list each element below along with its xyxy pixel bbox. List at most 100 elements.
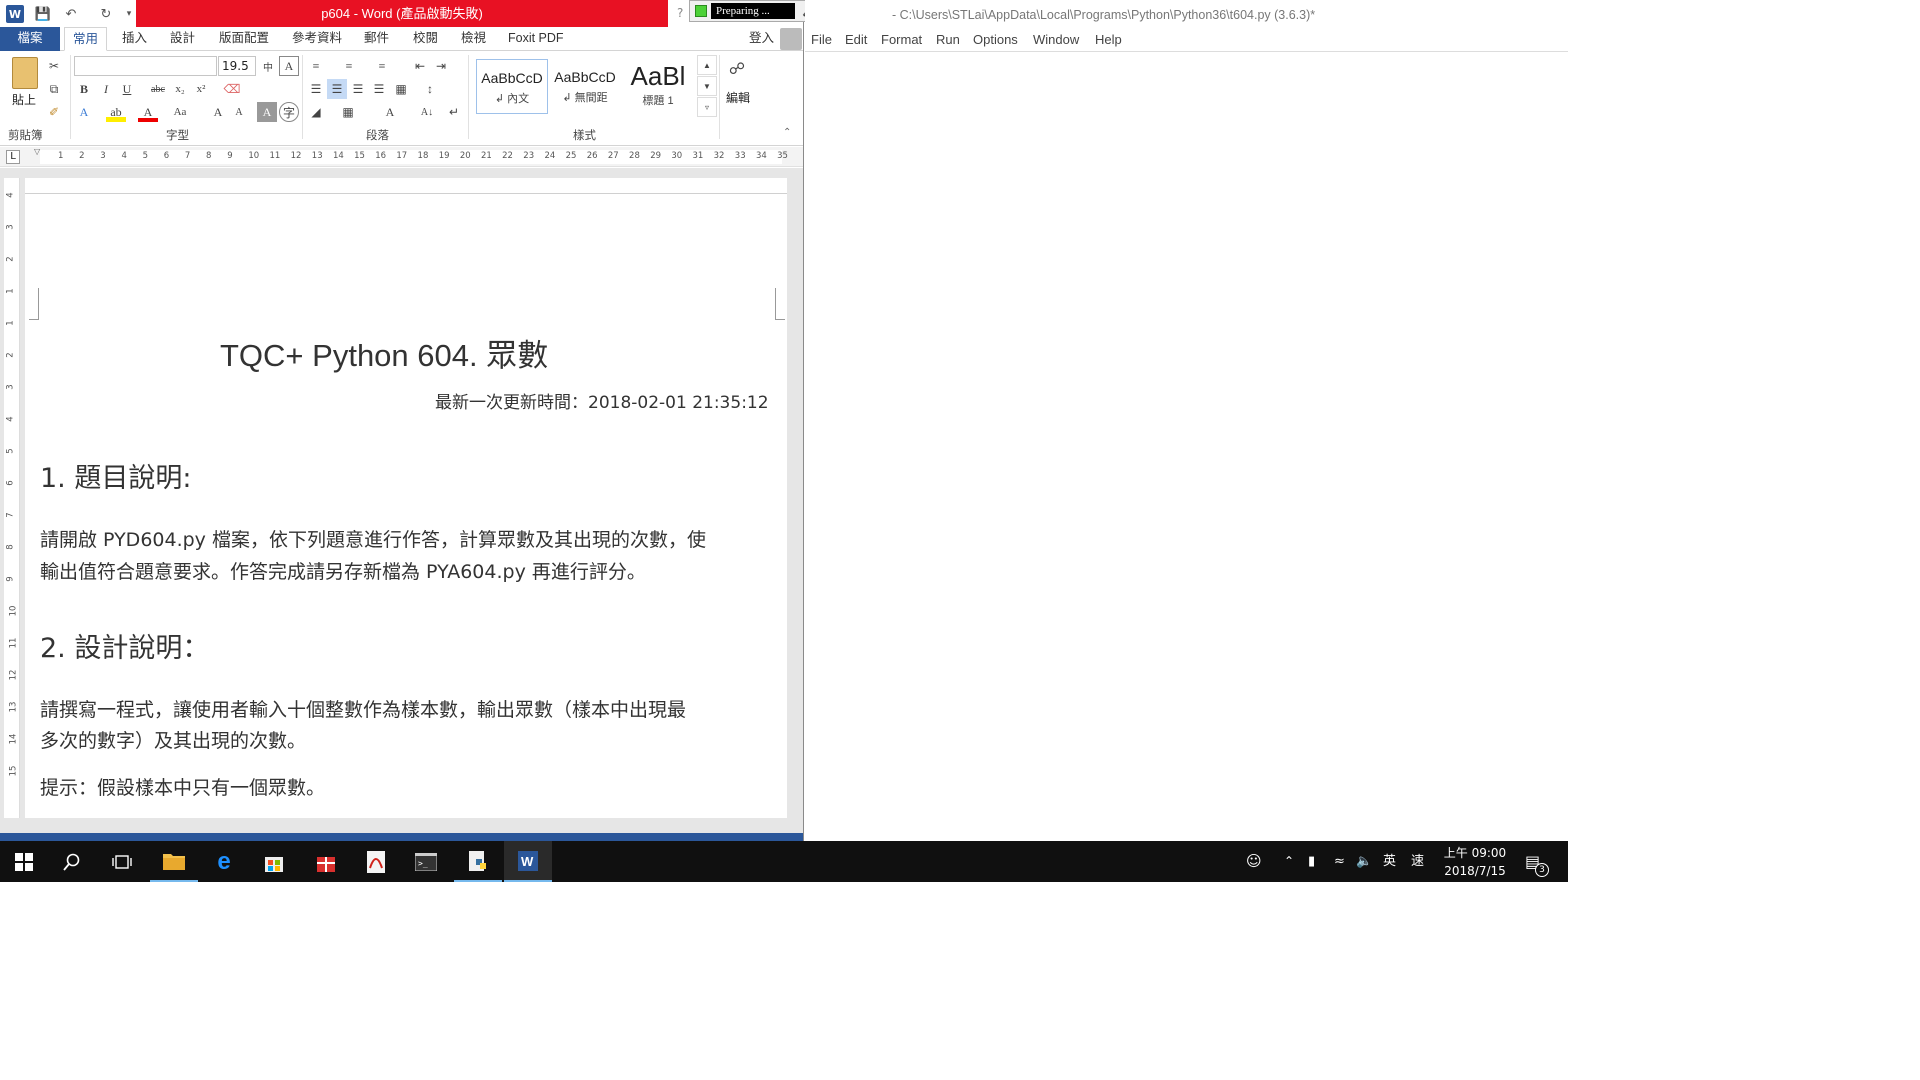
show-hidden-icons-icon[interactable]: ⌃ [1284, 841, 1294, 882]
save-icon[interactable]: 💾 [34, 5, 52, 23]
word-icon[interactable]: W [504, 841, 552, 882]
menu-run[interactable]: Run [936, 32, 960, 47]
cut-icon[interactable]: ✂ [44, 56, 64, 76]
edge-icon[interactable]: e [200, 841, 248, 882]
gift-icon[interactable] [302, 841, 350, 882]
font-size-combo[interactable]: 19.5 [218, 56, 256, 76]
tab-design[interactable]: 設計 [162, 27, 203, 51]
document-page[interactable]: TQC+ Python 604. 眾數 最新一次更新時間：2018-02-01 … [25, 178, 787, 818]
tab-foxit-pdf[interactable]: Foxit PDF [500, 27, 572, 51]
clock[interactable]: 上午 09:00 2018/7/15 [1440, 844, 1510, 880]
indent-marker-icon[interactable]: ▽ [34, 147, 40, 156]
enclose-char-icon[interactable]: 字 [279, 102, 299, 122]
store-icon[interactable] [250, 841, 298, 882]
line-spacing-icon[interactable]: ↕ [420, 79, 440, 99]
font-name-combo[interactable] [74, 56, 217, 76]
tab-insert[interactable]: 插入 [114, 27, 155, 51]
underline-button[interactable]: U [117, 79, 137, 99]
clear-format-icon[interactable]: ⌫ [222, 79, 242, 99]
justify-icon[interactable]: ☰ [369, 79, 389, 99]
ime-language[interactable]: 英 [1383, 841, 1396, 882]
styles-scroll-down-icon[interactable]: ▼ [697, 76, 717, 96]
collapse-ribbon-icon[interactable]: ⌃ [783, 127, 791, 138]
code-editor[interactable] [805, 53, 1568, 841]
sort-icon[interactable]: A↓ [417, 102, 437, 122]
highlight-icon[interactable]: ab [106, 102, 126, 122]
strikethrough-button[interactable]: abc [148, 79, 168, 99]
menu-format[interactable]: Format [881, 32, 922, 47]
status-bar [0, 833, 803, 841]
tab-file[interactable]: 檔案 [0, 27, 60, 51]
avatar[interactable] [780, 28, 802, 50]
paste-button[interactable]: 貼上 [12, 91, 36, 108]
file-explorer-icon[interactable] [150, 841, 198, 882]
tab-selector[interactable]: L [6, 150, 20, 164]
style-heading-1[interactable]: AaBl 標題 1 [622, 59, 694, 114]
people-icon[interactable]: ☺ [1246, 841, 1262, 882]
battery-icon[interactable]: ▮ [1308, 841, 1315, 882]
italic-button[interactable]: I [96, 79, 116, 99]
menu-options[interactable]: Options [973, 32, 1018, 47]
format-painter-icon[interactable]: ✐ [44, 102, 64, 122]
tab-review[interactable]: 校閱 [405, 27, 446, 51]
ruler-tick: 18 [417, 151, 429, 161]
search-icon[interactable] [48, 841, 96, 882]
align-left-icon[interactable]: ☰ [306, 79, 326, 99]
distributed-icon[interactable]: ▦ [391, 79, 411, 99]
binoculars-icon[interactable]: ☍ [727, 59, 747, 79]
python-icon[interactable] [454, 841, 502, 882]
text-effects-icon[interactable]: A [74, 102, 94, 122]
volume-icon[interactable]: 🔈 [1356, 841, 1372, 882]
multilevel-list-icon[interactable]: ≡ [372, 56, 392, 76]
tab-references[interactable]: 參考資料 [284, 27, 350, 51]
bullets-icon[interactable]: ≡ [306, 56, 326, 76]
copy-icon[interactable]: ⧉ [44, 79, 64, 99]
styles-scroll-up-icon[interactable]: ▲ [697, 55, 717, 75]
menu-help[interactable]: Help [1095, 32, 1122, 47]
menu-file[interactable]: File [811, 32, 832, 47]
decrease-font-icon[interactable]: A [229, 102, 249, 122]
help-icon[interactable]: ? [677, 6, 683, 20]
char-shading-icon[interactable]: A [257, 102, 277, 122]
styles-more-icon[interactable]: ▿ [697, 97, 717, 117]
pdf-icon[interactable] [352, 841, 400, 882]
windows-start-icon[interactable] [0, 841, 48, 882]
sign-in-link[interactable]: 登入 [741, 27, 782, 51]
horizontal-ruler[interactable]: L ▽ 1 2 3 4 5 6 7 8 9 10 11 12 13 14 15 16 17 18 19 20 21 22 2… [0, 147, 803, 167]
superscript-button[interactable]: x² [191, 79, 211, 99]
divider [70, 55, 71, 139]
asian-layout-icon[interactable]: A [380, 102, 400, 122]
bold-button[interactable]: B [74, 79, 94, 99]
wifi-icon[interactable]: ≈ [1334, 841, 1345, 882]
grow-font-icon[interactable]: 中 [258, 56, 278, 76]
char-border-icon[interactable]: A [279, 56, 299, 76]
menu-window[interactable]: Window [1033, 32, 1079, 47]
tab-mailings[interactable]: 郵件 [356, 27, 397, 51]
redo-icon[interactable]: ↻ [97, 5, 115, 23]
shading-icon[interactable]: ◢ [306, 102, 326, 122]
tab-home[interactable]: 常用 [64, 27, 108, 51]
paste-icon[interactable] [12, 57, 38, 89]
increase-font-icon[interactable]: A [208, 102, 228, 122]
font-color-icon[interactable]: A [138, 102, 158, 122]
doc-title: TQC+ Python 604. 眾數 [220, 338, 549, 373]
decrease-indent-icon[interactable]: ⇤ [410, 56, 430, 76]
increase-indent-icon[interactable]: ⇥ [431, 56, 451, 76]
align-center-icon[interactable]: ☰ [327, 79, 347, 99]
change-case-icon[interactable]: Aa [170, 102, 190, 122]
cmd-icon[interactable]: >_ [402, 841, 450, 882]
edit-button[interactable]: 編輯 [726, 89, 750, 106]
numbering-icon[interactable]: ≡ [339, 56, 359, 76]
undo-icon[interactable]: ↶ [62, 5, 80, 23]
ime-mode[interactable]: 速 [1411, 841, 1424, 882]
show-marks-icon[interactable]: ↵ [444, 102, 464, 122]
tab-view[interactable]: 檢視 [453, 27, 494, 51]
style-normal[interactable]: AaBbCcD ↲ 內文 [476, 59, 548, 114]
style-no-spacing[interactable]: AaBbCcD ↲ 無間距 [549, 59, 621, 114]
task-view-icon[interactable] [98, 841, 146, 882]
tab-layout[interactable]: 版面配置 [211, 27, 277, 51]
menu-edit[interactable]: Edit [845, 32, 867, 47]
align-right-icon[interactable]: ☰ [348, 79, 368, 99]
subscript-button[interactable]: x₂ [170, 79, 190, 99]
borders-icon[interactable]: ▦ [338, 102, 358, 122]
